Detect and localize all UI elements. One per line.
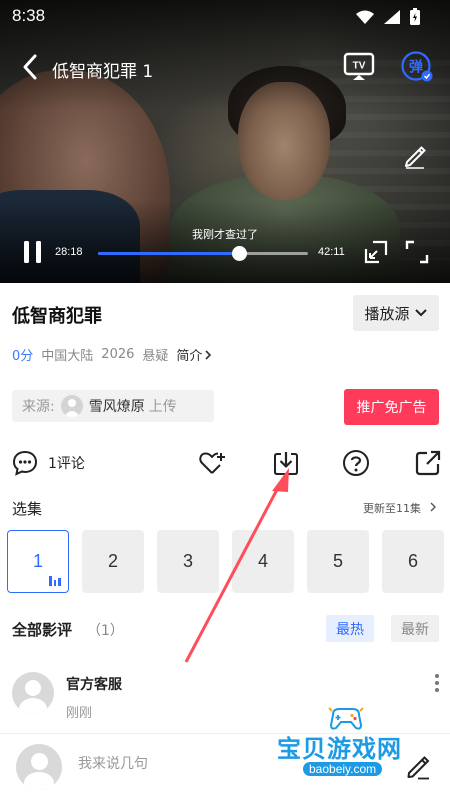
reviews-heading: 全部影评 (12, 621, 73, 639)
intro-label: 简介 (176, 349, 203, 364)
uploader-avatar (60, 395, 83, 417)
danmu-edit-icon[interactable] (402, 143, 428, 169)
comment-count: 1评论 (48, 456, 85, 472)
episode-button[interactable]: 3 (157, 530, 219, 593)
avatar[interactable] (12, 672, 54, 714)
wifi-icon (356, 10, 374, 24)
episode-button[interactable]: 1 (7, 530, 69, 593)
show-title: 低智商犯罪 (12, 306, 102, 327)
video-player[interactable]: 8:38 低智商犯罪 1 TV 弹 我刚才查过了 28:18 42:11 (0, 0, 450, 283)
battery-icon (410, 8, 420, 25)
status-bar: 8:38 (0, 0, 450, 32)
episode-button[interactable]: 4 (232, 530, 294, 593)
progress-fill (98, 252, 239, 255)
cast-tv-icon[interactable]: TV (343, 52, 375, 82)
status-time: 8:38 (12, 6, 46, 25)
action-bar: 1评论 (0, 445, 450, 481)
uploader-info[interactable]: 来源: 雪风燎原 上传 (12, 390, 214, 422)
watermark-text: 宝贝游戏网 (277, 735, 402, 763)
current-time: 28:18 (55, 246, 83, 258)
source-select-label: 播放源 (364, 304, 410, 323)
show-score: 0分 (12, 349, 34, 364)
episode-number: 3 (182, 551, 193, 571)
show-year: 2026 (101, 347, 135, 362)
episodes-heading: 选集 (12, 500, 43, 518)
sort-hot-button[interactable]: 最热 (326, 615, 374, 642)
episodes-update-link[interactable]: 更新至11集 (363, 500, 437, 516)
episode-number: 2 (107, 551, 118, 571)
chevron-right-icon (430, 502, 436, 512)
total-time: 42:11 (318, 246, 345, 258)
show-region: 中国大陆 (41, 349, 94, 364)
episode-number: 4 (257, 551, 268, 571)
review-time: 刚刚 (66, 706, 93, 721)
episode-list: 1 2 3 4 5 6 (7, 530, 447, 594)
progress-bar[interactable] (98, 246, 308, 261)
watermark-url: baobeiy.com (303, 762, 383, 776)
tv-label: TV (353, 61, 366, 72)
gamepad-logo-icon (328, 707, 364, 730)
promo-button[interactable]: 推广免广告 (344, 389, 439, 425)
progress-knob[interactable] (231, 246, 247, 261)
help-icon[interactable] (342, 449, 370, 477)
signal-icon (384, 9, 400, 24)
episode-number: 5 (332, 551, 343, 571)
source-select[interactable]: 播放源 (353, 295, 439, 331)
back-icon[interactable] (18, 52, 44, 82)
episode-button[interactable]: 6 (382, 530, 444, 593)
comment-input[interactable] (78, 756, 278, 772)
episode-number: 1 (32, 551, 43, 571)
episode-button[interactable]: 5 (307, 530, 369, 593)
sort-new-button[interactable]: 最新 (391, 615, 439, 642)
review-author: 官方客服 (66, 677, 122, 693)
uploader-label: 来源: (22, 399, 55, 415)
download-icon[interactable] (272, 449, 300, 477)
player-controls: 28:18 42:11 (0, 236, 450, 270)
intro-link[interactable]: 简介 (176, 345, 212, 364)
comment-icon (12, 450, 38, 476)
status-icons (356, 8, 420, 25)
pause-icon[interactable] (22, 240, 44, 264)
reviews-count: （1） (87, 623, 124, 639)
watermark: 宝贝游戏网 baobeiy.com (275, 705, 425, 780)
episode-number: 6 (407, 551, 418, 571)
fullscreen-icon[interactable] (405, 240, 429, 264)
pip-icon[interactable] (364, 240, 388, 264)
uploader-suffix: 上传 (148, 399, 177, 415)
chevron-right-icon (205, 349, 212, 360)
avatar (16, 744, 62, 790)
show-meta: 0分 中国大陆 2026 悬疑 简介 (12, 345, 212, 364)
more-options-icon[interactable] (432, 674, 442, 694)
playing-bars-icon (49, 576, 62, 586)
danmu-label: 弹 (409, 59, 423, 76)
video-title: 低智商犯罪 1 (52, 62, 154, 82)
danmu-toggle-icon[interactable]: 弹 (400, 50, 434, 84)
uploader-name: 雪风燎原 (88, 399, 145, 415)
chevron-down-icon (414, 309, 427, 317)
comment-action[interactable]: 1评论 (12, 450, 85, 476)
episodes-update-text: 更新至11集 (363, 502, 421, 515)
episode-button[interactable]: 2 (82, 530, 144, 593)
favorite-icon[interactable] (198, 449, 226, 477)
show-genre: 悬疑 (142, 349, 169, 364)
share-icon[interactable] (414, 449, 442, 477)
